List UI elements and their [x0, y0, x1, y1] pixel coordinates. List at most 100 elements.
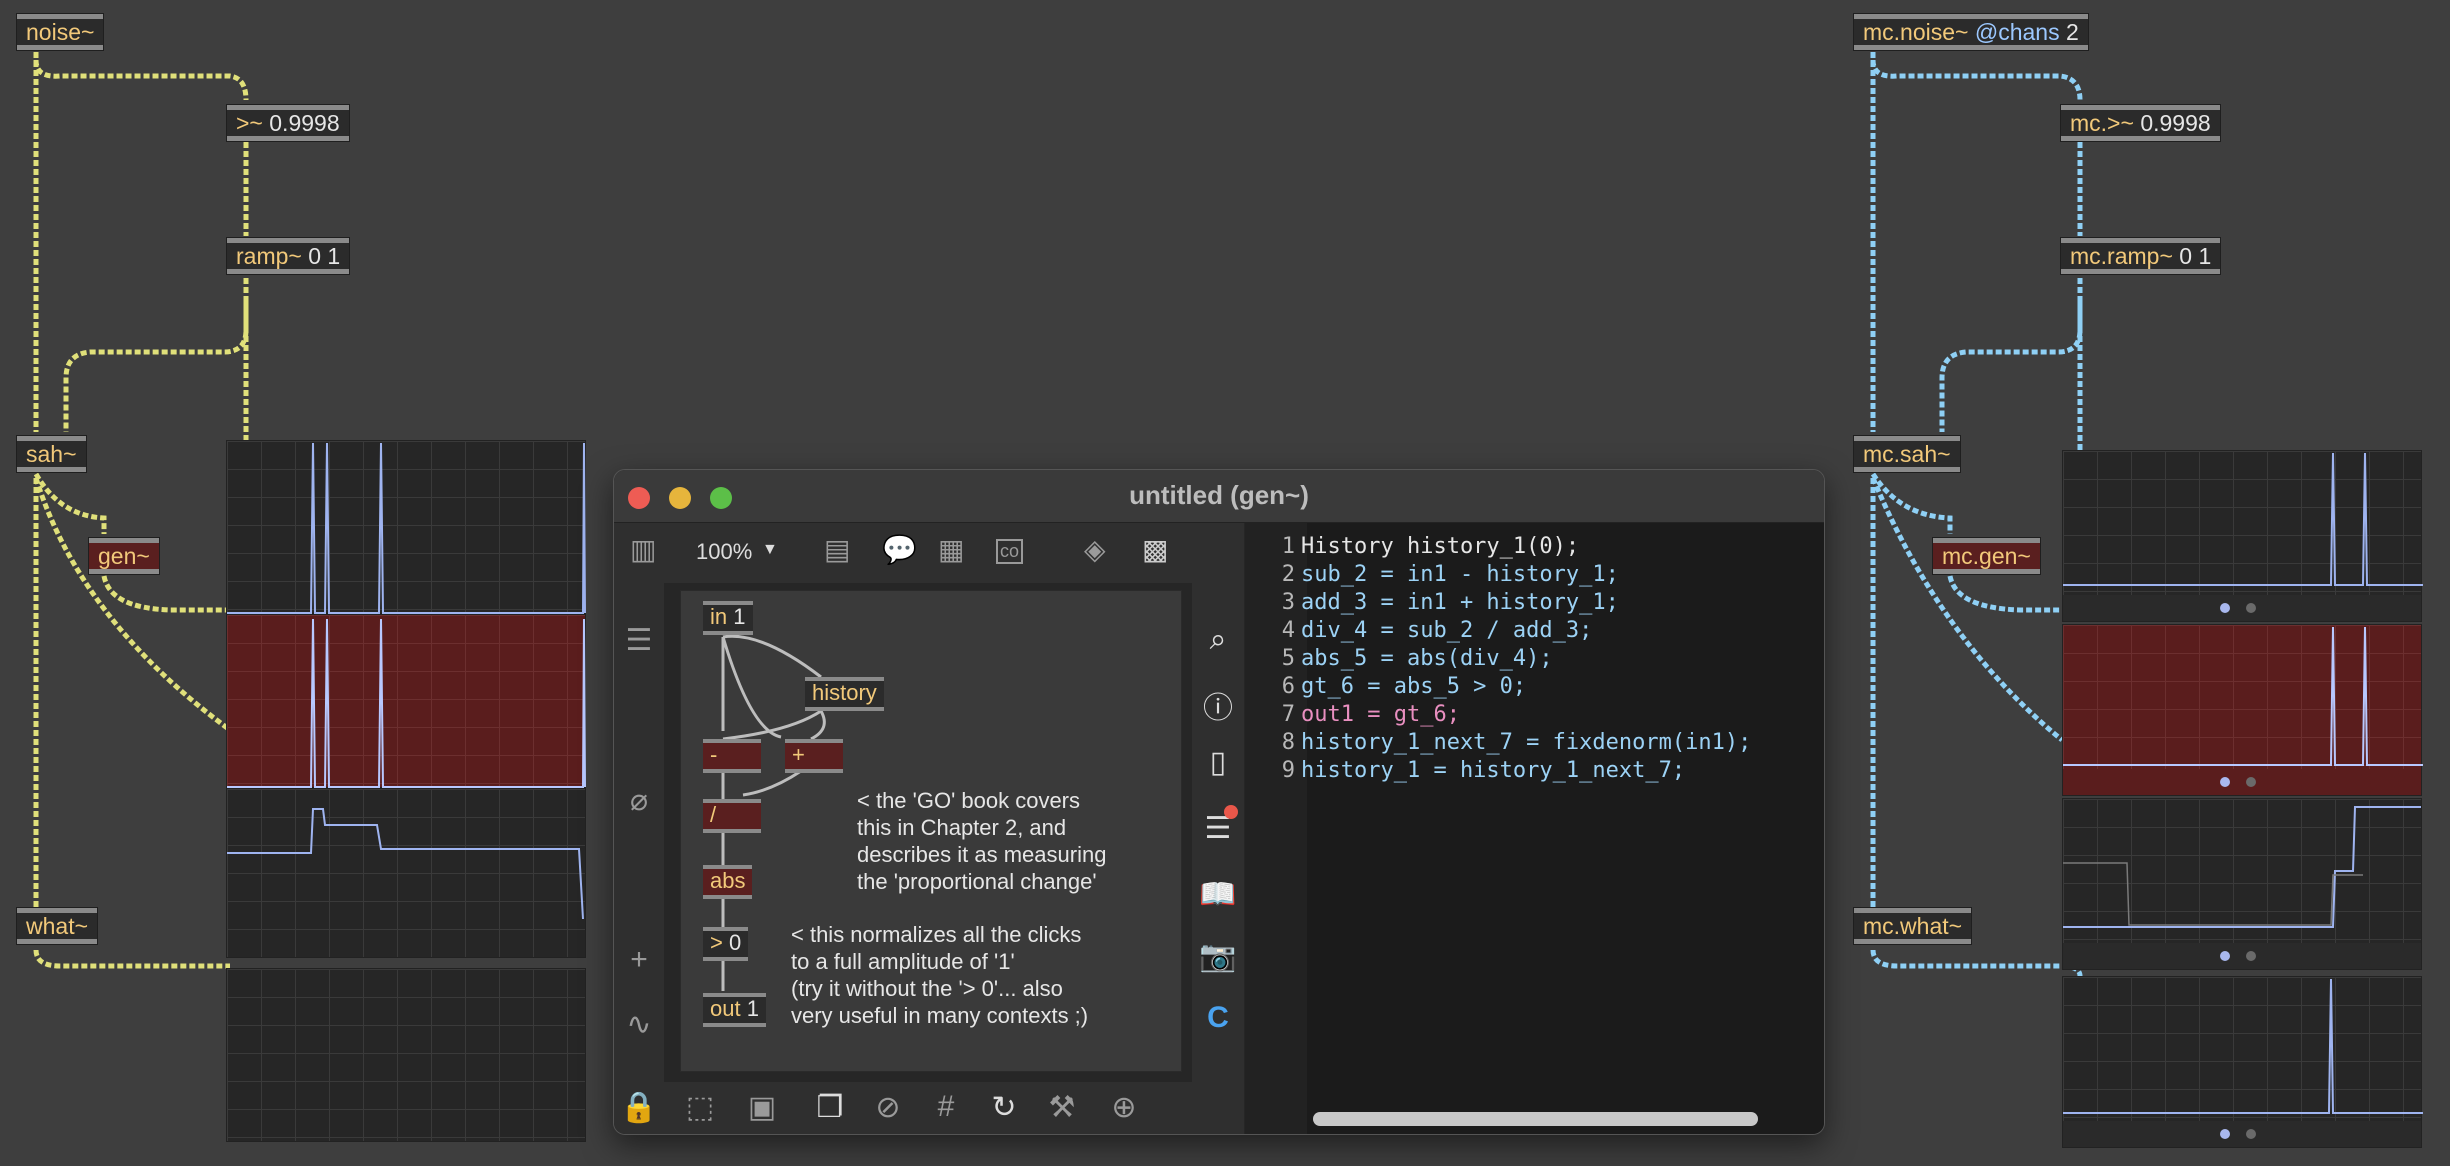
grid-keyboard-icon[interactable]: ▩	[1142, 533, 1168, 566]
channel-dot-2[interactable]	[2246, 951, 2256, 961]
attach-icon[interactable]: ⌀	[619, 783, 659, 818]
object-args: 0	[728, 930, 742, 955]
gen-greater-than-object[interactable]: > 0	[703, 927, 749, 961]
channel-dot-1[interactable]	[2220, 951, 2230, 961]
add-icon[interactable]: +	[619, 943, 659, 977]
presentation-mode-icon[interactable]: ▣	[742, 1090, 782, 1125]
paint-bucket-icon[interactable]: ◈	[1084, 533, 1106, 566]
object-name: >	[710, 930, 723, 955]
object-name: abs	[710, 868, 746, 893]
refresh-icon[interactable]: ↻	[984, 1090, 1024, 1125]
comment-icon[interactable]: 💬	[882, 533, 917, 566]
channel-selector	[2063, 769, 2421, 795]
code-text: history_1 = history_1_next_7;	[1301, 758, 1686, 783]
gen-plus-object[interactable]: +	[785, 739, 843, 773]
lock-icon[interactable]: 🔒	[619, 1090, 659, 1125]
what-object[interactable]: what~	[16, 907, 99, 945]
sidebar-icon[interactable]: ▥	[630, 533, 656, 566]
code-line: 8 history_1_next_7 = fixdenorm(in1);	[1245, 729, 1752, 757]
code-line: 1 History history_1(0);	[1245, 533, 1579, 561]
layers-icon[interactable]: ❐	[810, 1090, 850, 1125]
mc-what-object[interactable]: mc.what~	[1853, 907, 1973, 945]
gen-object[interactable]: gen~	[88, 537, 160, 575]
object-args: 1	[746, 996, 759, 1021]
gen-abs-object[interactable]: abs	[703, 865, 753, 899]
line-number: 5	[1281, 646, 1295, 671]
reference-icon[interactable]: ▯	[1198, 745, 1238, 780]
cord-sah-to-scope	[33, 477, 232, 733]
left-sidebar: ☰ ⌀ + ∿	[614, 583, 664, 1083]
gen-patcher-canvas[interactable]: in 1 history - + / abs > 0 out 1 < the '…	[680, 590, 1182, 1072]
mc-threshold-object[interactable]: mc.>~ 0.9998	[2060, 104, 2221, 142]
line-number: 8	[1281, 730, 1295, 755]
object-args: 0 1	[2179, 243, 2212, 269]
search-icon[interactable]: ⌕	[1198, 623, 1238, 657]
gen-out-object[interactable]: out 1	[703, 993, 766, 1027]
object-args: 1	[733, 604, 746, 629]
channel-dot-1[interactable]	[2220, 603, 2230, 613]
object-name: history	[812, 680, 877, 705]
sah-object[interactable]: sah~	[16, 435, 87, 473]
channel-dot-2[interactable]	[2246, 777, 2256, 787]
book-icon[interactable]: 📖	[1198, 877, 1238, 912]
right-sidebar: ⌕ ⓘ ▯ ☰ 📖 📷 C	[1192, 583, 1244, 1083]
signal-icon[interactable]: ∿	[619, 1007, 659, 1042]
gen-minus-object[interactable]: -	[703, 739, 761, 773]
attach-icon[interactable]: ⊕	[1104, 1090, 1144, 1125]
channel-dot-1[interactable]	[2220, 1129, 2230, 1139]
grid-icon[interactable]: #	[926, 1090, 966, 1124]
noise-object[interactable]: noise~	[16, 13, 105, 51]
mc-ramp-object[interactable]: mc.ramp~ 0 1	[2060, 237, 2222, 275]
code-text: sub_2 = in1 - history_1;	[1301, 562, 1619, 587]
c-icon[interactable]: C	[1198, 1001, 1238, 1035]
edit-icon[interactable]: ⬚	[680, 1090, 720, 1125]
gen-history-object[interactable]: history	[805, 677, 884, 711]
snapshot-icon[interactable]: 📷	[1198, 939, 1238, 974]
frame-icon[interactable]: ▦	[938, 533, 964, 566]
mc-scope-what-output[interactable]	[2062, 976, 2423, 1148]
gen-divide-object[interactable]: /	[703, 799, 761, 833]
mc-noise-object[interactable]: mc.noise~ @chans 2	[1853, 13, 2089, 51]
scope-sah-output[interactable]	[226, 788, 586, 958]
window-titlebar[interactable]: untitled (gen~)	[614, 470, 1824, 523]
channel-dot-2[interactable]	[2246, 603, 2256, 613]
threshold-object[interactable]: >~ 0.9998	[226, 104, 350, 142]
code-text: out1 = gt_6;	[1301, 702, 1460, 727]
mc-cord-sah-to-scope	[1870, 477, 2064, 742]
presentation-icon[interactable]: ▤	[824, 533, 850, 566]
object-name: >~	[236, 110, 263, 136]
menu-icon[interactable]: ☰	[619, 623, 659, 658]
scope-gen-output[interactable]	[226, 614, 586, 788]
mc-sah-object[interactable]: mc.sah~	[1853, 435, 1961, 473]
object-name: mc.ramp~	[2070, 243, 2173, 269]
code-text: History history_1(0);	[1301, 534, 1580, 559]
channel-dot-1[interactable]	[2220, 777, 2230, 787]
object-name: /	[710, 802, 717, 827]
mc-gen-object[interactable]: mc.gen~	[1932, 537, 2041, 575]
scope-noise-threshold[interactable]	[226, 440, 586, 614]
mc-scope-noise-threshold[interactable]	[2062, 450, 2423, 622]
code-view[interactable]: 1 History history_1(0); 2 sub_2 = in1 - hi…	[1245, 523, 1824, 1134]
line-number: 1	[1281, 534, 1295, 559]
code-text: add_3 = in1 + history_1;	[1301, 590, 1619, 615]
hammer-icon[interactable]: ⚒	[1042, 1090, 1082, 1125]
channel-selector	[2063, 943, 2421, 969]
mc-scope-gen-output[interactable]	[2062, 624, 2423, 796]
zoom-dropdown-icon[interactable]: ▼	[762, 541, 778, 559]
cord-gen-to-scope	[101, 575, 230, 613]
scope-what-output[interactable]	[226, 968, 586, 1142]
line-number: 2	[1281, 562, 1295, 587]
zoom-level[interactable]: 100%	[696, 539, 752, 565]
object-name: in	[710, 604, 728, 629]
window-title: untitled (gen~)	[1129, 480, 1309, 510]
gen-in-object[interactable]: in 1	[703, 601, 753, 635]
horizontal-scrollbar[interactable]	[1313, 1112, 1758, 1126]
mc-cord-gen-to-scope	[1947, 575, 2062, 613]
channel-dot-2[interactable]	[2246, 1129, 2256, 1139]
hide-icon[interactable]: ⊘	[868, 1090, 908, 1125]
cord-ramp-to-sah	[63, 278, 249, 432]
info-icon[interactable]: ⓘ	[1198, 683, 1238, 727]
mc-scope-sah-output[interactable]	[2062, 798, 2422, 970]
codebox-icon[interactable]: co	[996, 539, 1024, 564]
ramp-object[interactable]: ramp~ 0 1	[226, 237, 351, 275]
